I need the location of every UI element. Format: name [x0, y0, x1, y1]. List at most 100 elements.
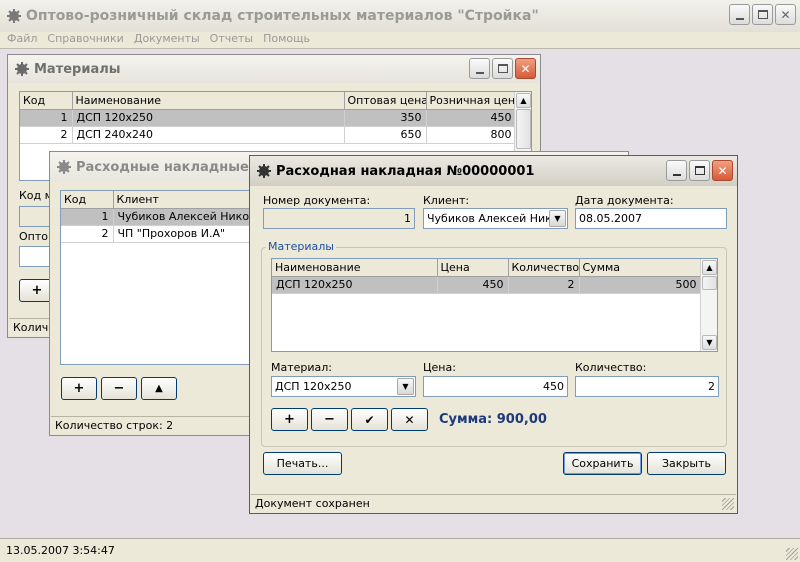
client-dropdown-button[interactable]: ▼ — [549, 210, 566, 227]
invoice-status-bar: Документ сохранен — [251, 494, 736, 512]
menu-file[interactable]: Файл — [7, 32, 37, 48]
doc-number-value: 1 — [404, 212, 411, 225]
plus-icon: + — [284, 412, 295, 427]
invoice-close-button[interactable]: ✕ — [712, 160, 733, 181]
material-value: ДСП 120x250 — [275, 380, 352, 393]
materials-minimize-button[interactable] — [469, 58, 490, 79]
client-select[interactable]: Чубиков Алексей Никол ▼ — [423, 208, 568, 229]
print-button[interactable]: Печать... — [263, 452, 342, 475]
main-titlebar: Оптово-розничный склад строительных мате… — [0, 0, 800, 32]
column-header-price[interactable]: Цена — [437, 259, 509, 277]
invoice-lines-grid[interactable]: Наименование Цена Количество Сумма ДСП 1… — [271, 258, 718, 352]
column-header-name[interactable]: Наименование — [272, 259, 438, 277]
menu-reports[interactable]: Отчеты — [210, 32, 253, 48]
scroll-thumb[interactable] — [516, 109, 531, 149]
invoice-gear-icon — [256, 163, 272, 179]
column-header-name[interactable]: Наименование — [72, 92, 345, 110]
price-value: 450 — [543, 380, 564, 393]
chevron-down-icon: ▼ — [706, 338, 713, 347]
date-value: 08.05.2007 — [579, 212, 642, 225]
price-label: Цена: — [423, 361, 456, 374]
scroll-thumb[interactable] — [702, 276, 717, 290]
minimize-icon — [735, 17, 744, 20]
chevron-up-icon: ▲ — [706, 263, 713, 272]
invoice-lines-header-row: Наименование Цена Количество Сумма — [272, 259, 702, 277]
materials-table: Код Наименование Оптовая цена Розничная … — [20, 92, 517, 144]
material-code-label: Код м — [19, 189, 53, 202]
invoices-add-button[interactable]: + — [61, 377, 97, 400]
minimize-button[interactable] — [729, 4, 750, 25]
materials-gear-icon — [14, 61, 30, 77]
plus-icon: + — [73, 381, 85, 396]
column-header-code[interactable]: Код — [20, 92, 73, 110]
plus-icon: + — [31, 283, 43, 298]
main-status-bar: 13.05.2007 3:54:47 — [0, 538, 800, 562]
cell-retail: 450 — [426, 109, 517, 127]
materials-close-button[interactable]: ✕ — [515, 58, 536, 79]
column-header-code[interactable]: Код — [61, 191, 114, 209]
line-add-button[interactable]: + — [271, 408, 308, 431]
line-confirm-button[interactable]: ✔ — [351, 408, 388, 431]
column-header-wholesale[interactable]: Оптовая цена — [344, 92, 427, 110]
close-button[interactable]: ✕ — [775, 4, 796, 25]
invoice-minimize-button[interactable] — [666, 160, 687, 181]
close-icon: ✕ — [780, 7, 791, 22]
maximize-icon — [757, 10, 768, 19]
invoices-remove-button[interactable]: − — [101, 377, 137, 400]
column-header-retail[interactable]: Розничная цена — [426, 92, 517, 110]
line-cancel-button[interactable]: ✕ — [391, 408, 428, 431]
scroll-up-arrow[interactable]: ▲ — [702, 260, 717, 275]
invoices-gear-icon — [56, 159, 72, 175]
maximize-icon — [497, 64, 508, 73]
invoice-lines-table: Наименование Цена Количество Сумма ДСП 1… — [272, 259, 702, 294]
date-field[interactable]: 08.05.2007 — [575, 208, 727, 229]
table-row[interactable]: 2 ЧП "Прохоров И.А" — [61, 225, 259, 243]
app-title: Оптово-розничный склад строительных мате… — [26, 8, 539, 24]
material-label: Материал: — [271, 361, 333, 374]
chevron-down-icon: ▼ — [402, 382, 409, 391]
invoice-lines-scrollbar[interactable]: ▲ ▼ — [700, 259, 717, 351]
menu-help[interactable]: Помощь — [263, 32, 310, 48]
cell-wholesale: 650 — [344, 126, 427, 144]
materials-titlebar: Материалы ✕ — [8, 55, 540, 83]
price-field[interactable]: 450 — [423, 376, 568, 397]
save-button[interactable]: Сохранить — [563, 452, 642, 475]
maximize-button[interactable] — [752, 4, 773, 25]
invoice-maximize-button[interactable] — [689, 160, 710, 181]
table-row[interactable]: 1 ДСП 120x250 350 450 — [20, 109, 517, 127]
quantity-field[interactable]: 2 — [575, 376, 719, 397]
table-row[interactable]: 2 ДСП 240x240 650 800 — [20, 126, 517, 144]
dialog-resize-grip[interactable] — [722, 498, 734, 510]
cell-name: ДСП 120x250 — [272, 276, 438, 294]
column-header-sum[interactable]: Сумма — [579, 259, 702, 277]
invoice-status-text: Документ сохранен — [255, 497, 370, 510]
triangle-up-icon: ▲ — [155, 383, 163, 394]
scroll-down-arrow[interactable]: ▼ — [702, 335, 717, 350]
column-header-client[interactable]: Клиент — [113, 191, 259, 209]
column-header-quantity[interactable]: Количество — [508, 259, 580, 277]
client-value: Чубиков Алексей Никол — [427, 212, 566, 225]
cell-wholesale: 350 — [344, 109, 427, 127]
line-remove-button[interactable]: − — [311, 408, 348, 431]
resize-grip[interactable] — [786, 548, 798, 560]
invoices-edit-button[interactable]: ▲ — [141, 377, 177, 400]
invoices-grid[interactable]: Код Клиент 1 Чубиков Алексей Николае 2 Ч… — [60, 190, 260, 365]
material-select[interactable]: ДСП 120x250 ▼ — [271, 376, 416, 397]
materials-header-row: Код Наименование Оптовая цена Розничная … — [20, 92, 517, 110]
chevron-down-icon: ▼ — [554, 214, 561, 223]
menu-references[interactable]: Справочники — [47, 32, 123, 48]
cell-code: 2 — [61, 225, 114, 243]
table-row[interactable]: 1 Чубиков Алексей Николае — [61, 208, 259, 226]
menu-documents[interactable]: Документы — [134, 32, 200, 48]
close-dialog-button[interactable]: Закрыть — [647, 452, 726, 475]
close-icon: ✕ — [520, 61, 531, 76]
table-row[interactable]: ДСП 120x250 450 2 500 — [272, 276, 702, 294]
material-dropdown-button[interactable]: ▼ — [397, 378, 414, 395]
minimize-icon — [475, 71, 484, 74]
materials-maximize-button[interactable] — [492, 58, 513, 79]
cell-code: 2 — [20, 126, 73, 144]
app-gear-icon — [6, 8, 22, 24]
maximize-icon — [694, 166, 705, 175]
scroll-up-arrow[interactable]: ▲ — [516, 93, 531, 108]
close-icon: ✕ — [717, 163, 728, 178]
